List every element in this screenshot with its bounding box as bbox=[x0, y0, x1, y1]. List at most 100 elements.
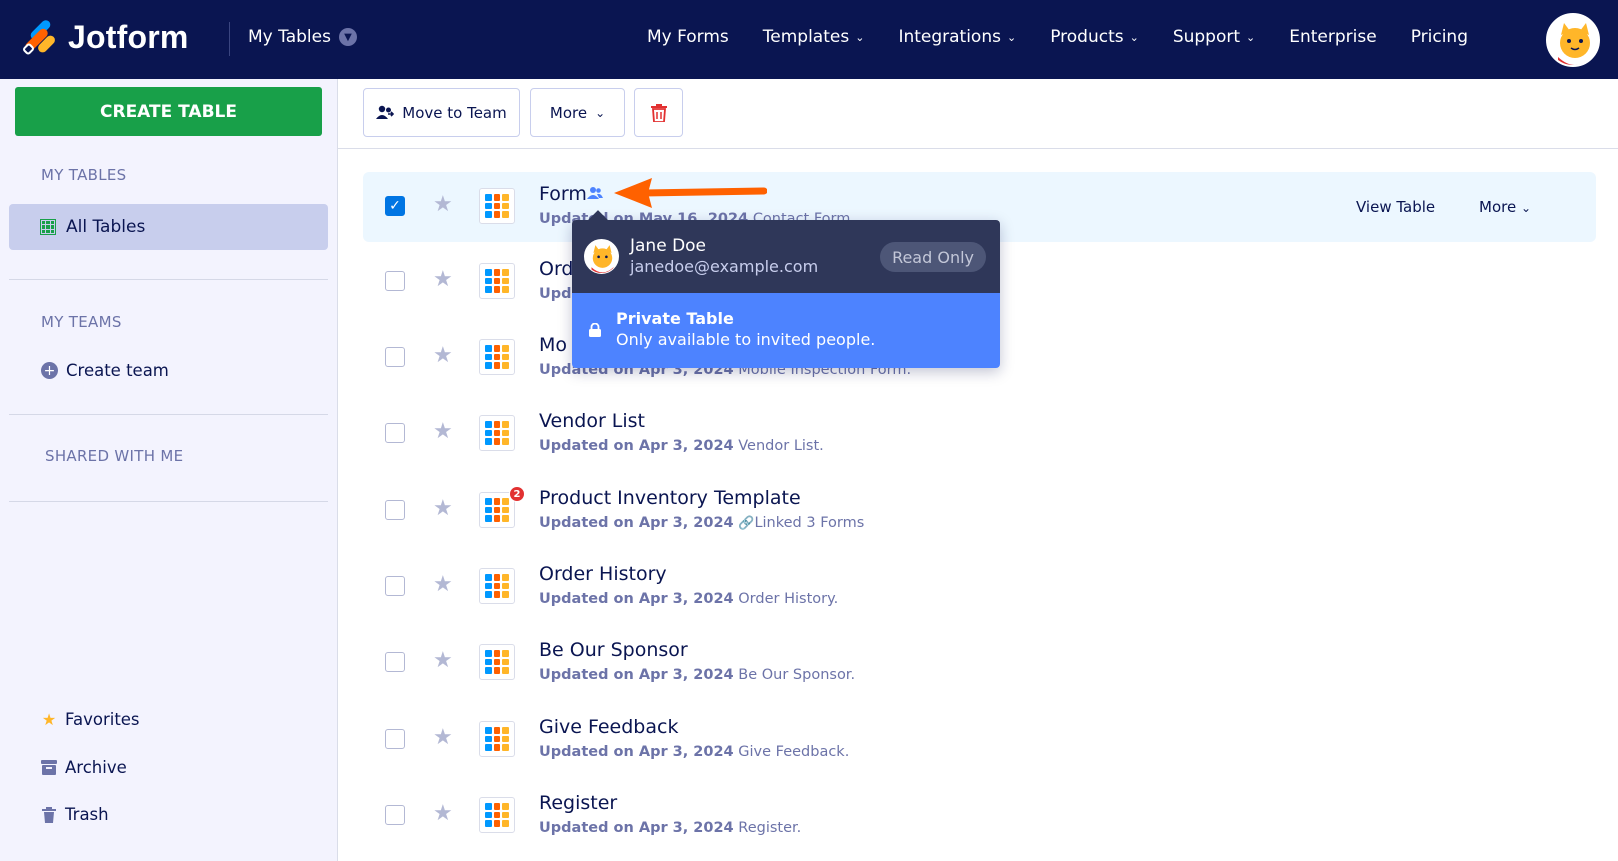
view-table-button[interactable]: View Table bbox=[1356, 198, 1435, 216]
row-checkbox[interactable] bbox=[385, 652, 405, 672]
trash-label: Trash bbox=[65, 805, 109, 824]
star-icon[interactable]: ★ bbox=[433, 572, 453, 597]
row-title[interactable]: Mo bbox=[539, 334, 567, 356]
nav-enterprise[interactable]: Enterprise bbox=[1289, 27, 1376, 47]
star-icon[interactable]: ★ bbox=[433, 496, 453, 521]
row-checkbox[interactable] bbox=[385, 271, 405, 291]
nav-templates[interactable]: Templates ⌄ bbox=[763, 27, 865, 47]
lock-icon bbox=[589, 323, 601, 337]
sidebar-item-trash[interactable]: Trash bbox=[41, 805, 109, 824]
more-actions-button[interactable]: More ⌄ bbox=[530, 88, 625, 137]
row-title[interactable]: Form bbox=[539, 183, 587, 205]
table-row[interactable]: ★ 2 Product Inventory Template Updated o… bbox=[363, 476, 1596, 546]
create-team-link[interactable]: + Create team bbox=[41, 361, 169, 380]
star-icon[interactable]: ★ bbox=[433, 801, 453, 826]
table-icon bbox=[479, 339, 515, 375]
notification-badge: 2 bbox=[509, 486, 525, 502]
sidebar-item-all-tables[interactable]: All Tables bbox=[9, 204, 328, 250]
my-tables-heading: MY TABLES bbox=[41, 166, 127, 184]
chevron-down-icon: ⌄ bbox=[1006, 30, 1017, 44]
row-checkbox[interactable] bbox=[385, 805, 405, 825]
chevron-down-icon: ▼ bbox=[338, 28, 357, 46]
star-icon[interactable]: ★ bbox=[433, 343, 453, 368]
table-row[interactable]: ★ Give Feedback Updated on Apr 3, 2024 G… bbox=[363, 705, 1596, 775]
row-checkbox[interactable] bbox=[385, 347, 405, 367]
privacy-info: Private Table Only available to invited … bbox=[572, 293, 1000, 368]
row-title[interactable]: Give Feedback bbox=[539, 716, 678, 738]
people-share-icon bbox=[376, 105, 395, 119]
table-icon bbox=[479, 644, 515, 680]
nav-support[interactable]: Support ⌄ bbox=[1173, 27, 1255, 47]
create-table-button[interactable]: CREATE TABLE bbox=[15, 87, 322, 136]
table-icon bbox=[479, 415, 515, 451]
row-subtitle: Updated on Apr 3, 2024 Order History. bbox=[539, 591, 839, 607]
chevron-down-icon: ⌄ bbox=[1246, 30, 1256, 44]
user-name: Jane Doe bbox=[630, 236, 707, 256]
row-title[interactable]: Register bbox=[539, 792, 617, 814]
row-subtitle: Updated on Apr 3, 2024 Be Our Sponsor. bbox=[539, 667, 856, 683]
row-checkbox[interactable]: ✓ bbox=[385, 196, 405, 216]
row-checkbox[interactable] bbox=[385, 576, 405, 596]
delete-button[interactable] bbox=[634, 88, 683, 137]
shared-with-me-heading[interactable]: SHARED WITH ME bbox=[45, 447, 183, 465]
table-row[interactable]: ★ Register Updated on Apr 3, 2024 Regist… bbox=[363, 781, 1596, 851]
row-title[interactable]: Ord bbox=[539, 258, 574, 280]
table-icon bbox=[479, 721, 515, 757]
user-avatar[interactable] bbox=[1546, 13, 1600, 67]
nav-my-forms[interactable]: My Forms bbox=[647, 27, 729, 47]
chevron-down-icon: ⌄ bbox=[1129, 30, 1139, 44]
popover-user: Jane Doe janedoe@example.com Read Only bbox=[572, 220, 1000, 293]
nav-products[interactable]: Products ⌄ bbox=[1050, 27, 1139, 47]
sidebar-item-archive[interactable]: Archive bbox=[41, 758, 127, 777]
nav-pricing[interactable]: Pricing bbox=[1411, 27, 1468, 47]
user-avatar bbox=[584, 239, 619, 274]
plus-circle-icon: + bbox=[41, 362, 58, 379]
nav-integrations[interactable]: Integrations ⌄ bbox=[898, 27, 1016, 47]
star-icon[interactable]: ★ bbox=[433, 267, 453, 292]
table-icon bbox=[479, 263, 515, 299]
sharing-popover: Jane Doe janedoe@example.com Read Only P… bbox=[572, 210, 1000, 368]
star-icon[interactable]: ★ bbox=[433, 419, 453, 444]
row-checkbox[interactable] bbox=[385, 423, 405, 443]
row-subtitle: Updated on Apr 3, 2024 Register. bbox=[539, 820, 802, 836]
my-tables-switcher[interactable]: My Tables ▼ bbox=[248, 27, 357, 47]
star-icon[interactable]: ★ bbox=[433, 725, 453, 750]
sidebar-item-label: All Tables bbox=[66, 217, 146, 237]
divider bbox=[9, 501, 328, 502]
divider bbox=[9, 279, 328, 280]
row-checkbox[interactable] bbox=[385, 500, 405, 520]
brand-name: Jotform bbox=[68, 18, 189, 55]
row-title[interactable]: Product Inventory Template bbox=[539, 487, 801, 509]
row-title[interactable]: Order History bbox=[539, 563, 667, 585]
row-title[interactable]: Be Our Sponsor bbox=[539, 639, 688, 661]
my-tables-label: My Tables bbox=[248, 27, 331, 47]
top-navigation: Jotform My Tables ▼ My Forms Templates ⌄ … bbox=[0, 0, 1618, 79]
table-row[interactable]: ★ Vendor List Updated on Apr 3, 2024 Ven… bbox=[363, 399, 1596, 469]
row-more-button[interactable]: More ⌄ bbox=[1479, 198, 1531, 216]
table-icon bbox=[479, 188, 515, 224]
favorites-label: Favorites bbox=[65, 710, 140, 729]
trash-icon bbox=[650, 103, 667, 122]
star-icon[interactable]: ★ bbox=[433, 192, 453, 217]
toolbar: Move to Team More ⌄ bbox=[338, 79, 1618, 149]
create-team-label: Create team bbox=[66, 361, 169, 380]
table-icon bbox=[479, 568, 515, 604]
shared-users-icon[interactable] bbox=[587, 186, 603, 204]
row-title[interactable]: Vendor List bbox=[539, 410, 645, 432]
trash-icon bbox=[41, 806, 57, 823]
row-subtitle: Updated on Apr 3, 2024 🔗Linked 3 Forms bbox=[539, 515, 865, 531]
sidebar: CREATE TABLE MY TABLES All Tables MY TEA… bbox=[0, 79, 338, 861]
more-label: More bbox=[549, 103, 588, 122]
table-row[interactable]: ★ Be Our Sponsor Updated on Apr 3, 2024 … bbox=[363, 628, 1596, 698]
archive-label: Archive bbox=[65, 758, 127, 777]
chevron-down-icon: ⌄ bbox=[855, 30, 865, 44]
table-row[interactable]: ★ Order History Updated on Apr 3, 2024 O… bbox=[363, 552, 1596, 622]
user-email: janedoe@example.com bbox=[630, 257, 819, 276]
jotform-logo[interactable]: Jotform bbox=[21, 18, 189, 56]
sidebar-item-favorites[interactable]: ★ Favorites bbox=[41, 710, 140, 729]
archive-icon bbox=[41, 760, 57, 776]
row-checkbox[interactable] bbox=[385, 729, 405, 749]
row-subtitle: Updated on Apr 3, 2024 Give Feedback. bbox=[539, 744, 850, 760]
move-to-team-button[interactable]: Move to Team bbox=[363, 88, 520, 137]
star-icon[interactable]: ★ bbox=[433, 648, 453, 673]
